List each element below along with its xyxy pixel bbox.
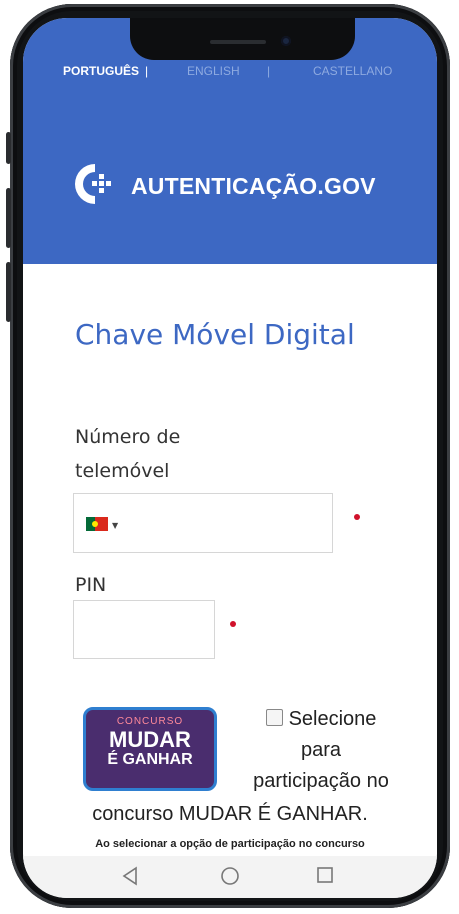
language-bar: PORTUGUÊS | ENGLISH | CASTELLANO (23, 64, 437, 86)
screen: PORTUGUÊS | ENGLISH | CASTELLANO AUTENTI… (23, 18, 437, 898)
brand-title: AUTENTICAÇÃO.GOV (131, 172, 376, 199)
mudar-e-ganhar-logo: CONCURSO MUDAR É GANHAR (83, 707, 217, 791)
concurso-text: concurso MUDAR É GANHAR. (92, 803, 368, 825)
required-indicator (354, 514, 360, 520)
lang-portugues[interactable]: PORTUGUÊS (63, 64, 139, 78)
phone-label-line1: Número de (75, 426, 181, 448)
side-button (6, 262, 11, 322)
phone-input[interactable]: ▼ (73, 493, 333, 553)
checkbox-label-line3: participação no (253, 770, 389, 792)
speaker (210, 40, 266, 44)
badge-line1: MUDAR (109, 727, 191, 752)
side-button (6, 188, 11, 248)
badge-line2: É GANHAR (107, 751, 193, 768)
phone-label: Número de telemóvel (75, 420, 180, 488)
phone-label-line2: telemóvel (75, 460, 170, 482)
pin-label: PIN (75, 574, 107, 596)
android-nav-bar (23, 856, 437, 898)
lang-divider: | (145, 64, 149, 78)
checkbox-label-line1: Selecione (288, 708, 377, 730)
front-camera (281, 36, 291, 46)
contest-note: Ao selecionar a opção de participação no… (95, 838, 365, 850)
checkbox-label-line2: para (300, 739, 342, 761)
phone-notch (130, 18, 355, 60)
contest-checkbox[interactable] (265, 709, 283, 726)
page-title: Chave Móvel Digital (75, 318, 355, 351)
square-recents-icon[interactable] (316, 866, 334, 888)
lang-castellano[interactable]: CASTELLANO (313, 64, 392, 78)
chevron-down-icon: ▼ (112, 521, 119, 530)
lang-english[interactable]: ENGLISH (187, 64, 240, 78)
badge-top-text: CONCURSO (116, 716, 184, 727)
required-indicator (230, 621, 236, 627)
autenticacao-logo-icon (69, 160, 113, 212)
portugal-flag-icon (86, 516, 108, 535)
circle-home-icon[interactable] (220, 866, 240, 890)
contest-checkbox-label: Selecione para participação no (241, 704, 401, 797)
side-button (6, 132, 11, 164)
brand: AUTENTICAÇÃO.GOV (69, 162, 376, 210)
country-selector[interactable]: ▼ (86, 516, 118, 535)
pin-input[interactable] (73, 600, 215, 659)
triangle-back-icon[interactable] (121, 866, 139, 890)
lang-divider: | (267, 64, 271, 78)
